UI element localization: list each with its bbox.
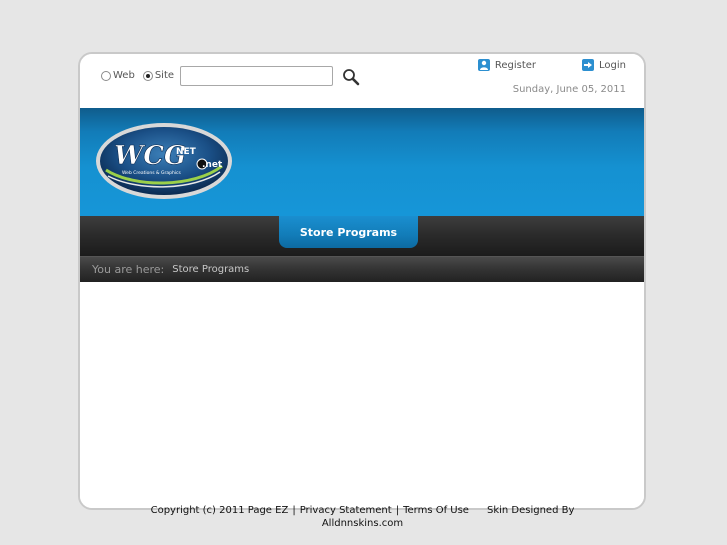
content-area — [80, 282, 644, 508]
site-radio-label[interactable]: Site — [155, 70, 174, 81]
breadcrumb-prefix: You are here: — [92, 263, 165, 276]
top-bar: Web Site Register Login Sunday, June 05,… — [80, 54, 644, 108]
copyright-text: Copyright (c) 2011 Page EZ — [150, 505, 289, 516]
terms-link[interactable]: Terms Of Use — [403, 505, 469, 516]
login-link[interactable]: Login — [582, 59, 626, 71]
footer-separator: | — [292, 505, 296, 516]
site-logo[interactable]: WCG NET Web Creations & Graphics .net — [94, 120, 234, 202]
login-label[interactable]: Login — [599, 60, 626, 71]
web-radio-label[interactable]: Web — [113, 70, 135, 81]
logo-dot-text: .net — [202, 160, 223, 170]
skin-site-link[interactable]: Alldnnskins.com — [322, 518, 403, 529]
breadcrumb: You are here: Store Programs — [80, 256, 644, 282]
login-icon — [582, 59, 595, 71]
current-date: Sunday, June 05, 2011 — [512, 84, 626, 95]
search-input[interactable] — [180, 66, 333, 86]
footer: Copyright (c) 2011 Page EZ | Privacy State… — [120, 504, 605, 530]
web-radio[interactable] — [101, 70, 111, 81]
skin-credit: Skin Designed By — [486, 505, 575, 516]
register-link[interactable]: Register — [477, 59, 536, 71]
magnifier-icon[interactable] — [342, 68, 360, 86]
page-container: Web Site Register Login Sunday, June 05,… — [78, 52, 646, 510]
main-nav: Store Programs — [80, 216, 644, 256]
site-radio[interactable] — [142, 70, 153, 81]
search-scope-group: Web Site — [101, 70, 182, 81]
footer-separator: | — [395, 505, 400, 516]
nav-tab-store-programs[interactable]: Store Programs — [279, 216, 418, 248]
register-label[interactable]: Register — [495, 60, 536, 71]
user-links: Register Login — [477, 59, 626, 71]
user-icon — [477, 59, 490, 71]
logo-sup-text: NET — [176, 147, 197, 157]
header-banner: WCG NET Web Creations & Graphics .net — [80, 108, 644, 216]
privacy-link[interactable]: Privacy Statement — [300, 505, 392, 516]
logo-sub-text: Web Creations & Graphics — [122, 170, 182, 176]
breadcrumb-current[interactable]: Store Programs — [172, 264, 249, 275]
